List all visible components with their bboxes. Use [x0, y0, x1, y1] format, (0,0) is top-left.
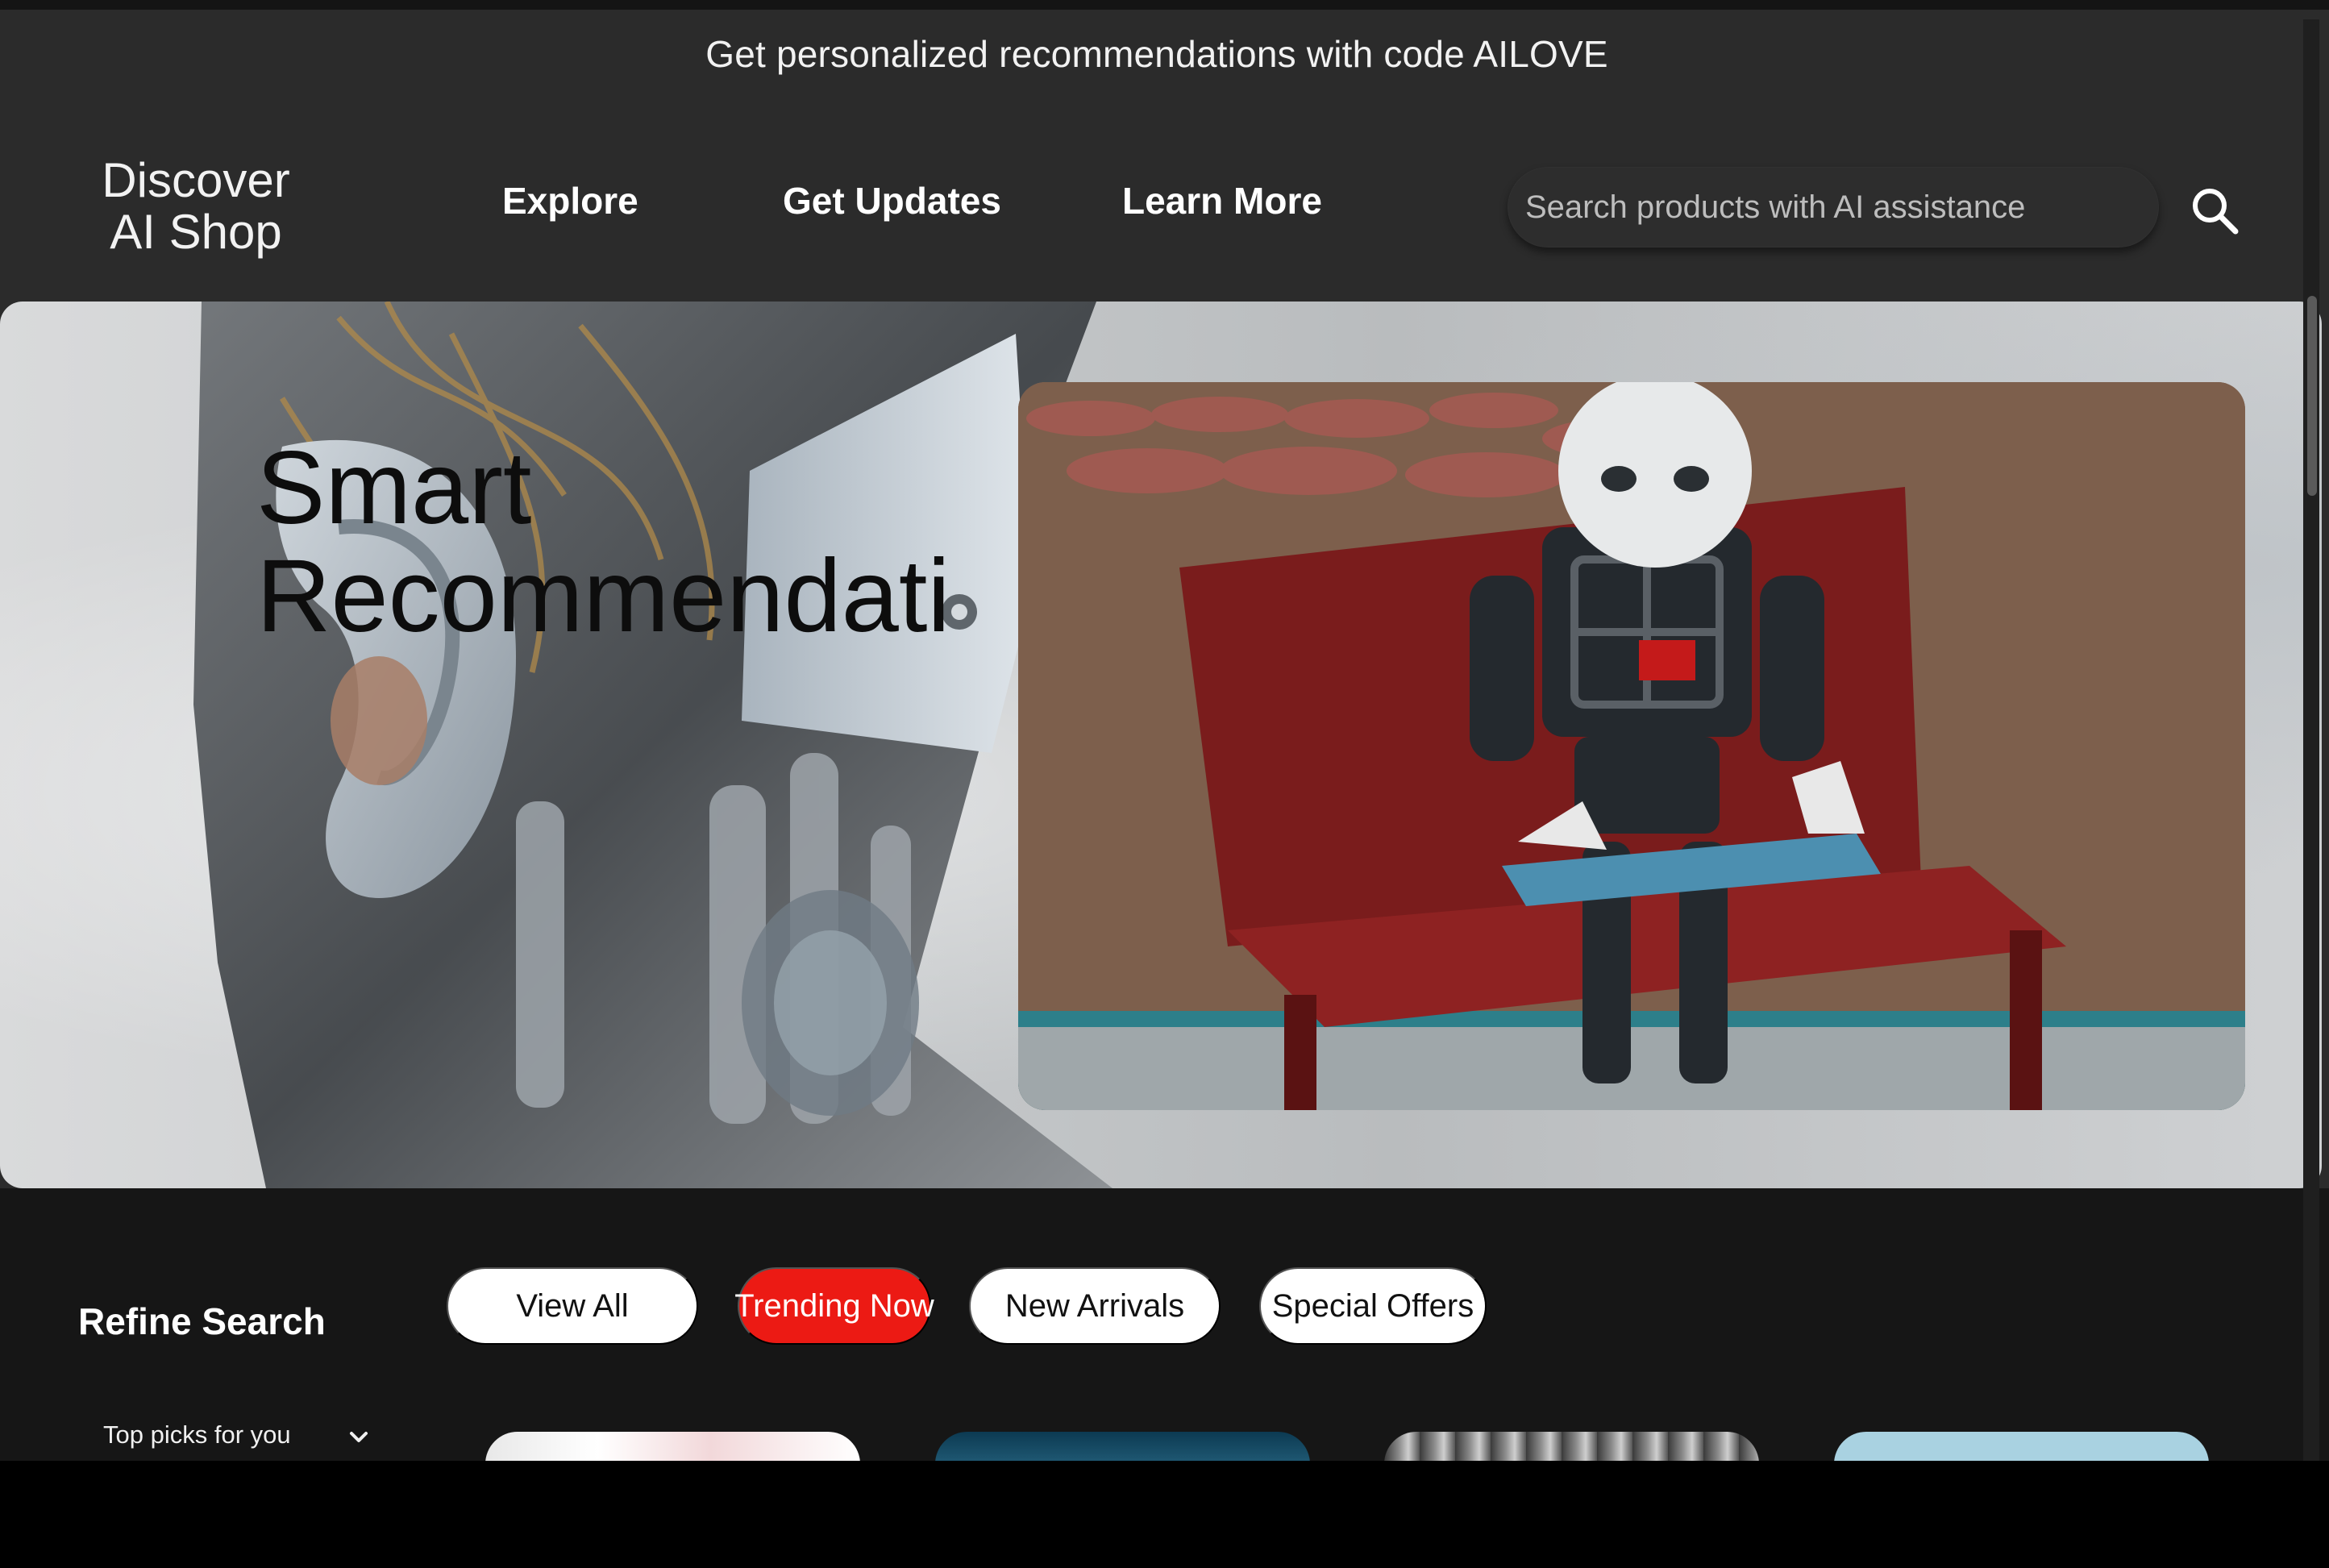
- scrollbar-track[interactable]: [2303, 19, 2319, 1461]
- nav-learn-more[interactable]: Learn More: [1122, 179, 1322, 223]
- filter-new-arrivals[interactable]: New Arrivals: [969, 1267, 1221, 1345]
- scrollbar-thumb[interactable]: [2307, 296, 2317, 496]
- hero-title-line-2: Recommendati: [256, 539, 950, 651]
- hero-title: Smart Recommendati: [256, 435, 1022, 651]
- filter-trending-now[interactable]: Trending Now: [734, 1267, 934, 1345]
- chevron-down-icon[interactable]: [348, 1429, 369, 1445]
- search-input[interactable]: [1525, 167, 2159, 247]
- hero-title-line-1: Smart: [256, 435, 532, 546]
- app-frame: Get personalized recommendations with co…: [0, 0, 2329, 1461]
- logo-line-2: AI Shop: [110, 205, 282, 259]
- refine-search-title: Refine Search: [78, 1300, 326, 1342]
- filter-view-all[interactable]: View All: [447, 1267, 698, 1345]
- promo-banner: Get personalized recommendations with co…: [0, 10, 2314, 98]
- product-card[interactable]: [935, 1432, 1310, 1461]
- site-header: Discover AI Shop Explore Get Updates Lea…: [0, 114, 2314, 292]
- hero-banner: Smart Recommendati: [0, 302, 2322, 1188]
- product-card[interactable]: [1384, 1432, 1759, 1461]
- site-logo[interactable]: Discover AI Shop: [95, 155, 297, 258]
- filter-section: Refine Search View All Trending Now New …: [0, 1188, 2329, 1461]
- product-card[interactable]: [485, 1432, 860, 1461]
- robot-reading-photo: [1018, 382, 2245, 1110]
- sort-dropdown[interactable]: Top picks for you: [103, 1420, 291, 1449]
- product-card[interactable]: [1834, 1432, 2209, 1461]
- logo-line-1: Discover: [102, 153, 290, 207]
- search-bar: [1508, 167, 2159, 247]
- nav-get-updates[interactable]: Get Updates: [783, 179, 1001, 223]
- promo-text: Get personalized recommendations with co…: [705, 33, 1608, 75]
- filter-special-offers[interactable]: Special Offers: [1259, 1267, 1487, 1345]
- search-icon[interactable]: [2190, 185, 2240, 235]
- nav-explore[interactable]: Explore: [502, 179, 638, 223]
